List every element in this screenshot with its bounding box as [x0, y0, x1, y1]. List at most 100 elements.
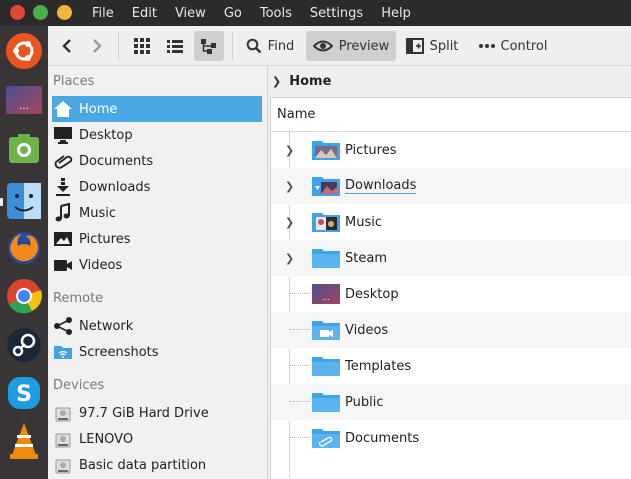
menu-go[interactable]: Go	[224, 6, 242, 21]
menu-help[interactable]: Help	[381, 6, 411, 21]
toolbar-separator	[118, 32, 119, 60]
sidebar-item-documents[interactable]: Documents	[52, 148, 262, 174]
forward-button[interactable]	[84, 31, 110, 61]
sidebar-item-label: Home	[79, 101, 118, 117]
sidebar-item-music[interactable]: Music	[52, 200, 262, 226]
sidebar-item-hard-drive[interactable]: 97.7 GiB Hard Drive	[52, 400, 262, 426]
tree-branch	[289, 329, 309, 330]
videos-folder-icon	[312, 321, 340, 340]
close-window-button[interactable]	[10, 5, 25, 20]
workspace-switcher-icon[interactable]: ...	[5, 81, 43, 119]
sidebar-item-label: Basic data partition	[79, 457, 207, 473]
finder-file-manager-icon[interactable]	[5, 182, 43, 220]
network-share-icon	[52, 315, 74, 337]
split-button-label: Split	[429, 38, 459, 54]
sidebar-item-videos[interactable]: Videos	[52, 252, 262, 278]
sidebar-item-screenshots[interactable]: Screenshots	[52, 339, 262, 365]
menu-tools[interactable]: Tools	[260, 6, 292, 21]
sidebar-section-places: Places	[53, 74, 95, 89]
tree-branch	[289, 365, 309, 366]
chevron-left-icon	[62, 39, 71, 53]
desktop-icon	[52, 124, 74, 146]
breadcrumb-arrow-icon[interactable]: ❯	[272, 75, 281, 88]
tree-view-button[interactable]	[194, 31, 224, 61]
control-button-label: Control	[500, 38, 548, 54]
find-button[interactable]: Find	[242, 31, 298, 61]
sidebar-item-pictures[interactable]: Pictures	[52, 226, 262, 252]
sidebar-item-label: Music	[79, 205, 116, 221]
sidebar-item-label: Documents	[79, 153, 154, 169]
breadcrumb-home[interactable]: Home	[289, 74, 331, 89]
minimize-window-button[interactable]	[57, 5, 72, 20]
sidebar-item-label: Pictures	[79, 231, 131, 247]
file-row-music[interactable]: ❯ Music	[271, 204, 631, 240]
expand-arrow-icon[interactable]: ❯	[285, 216, 295, 229]
ubuntu-logo-icon[interactable]	[5, 32, 43, 70]
svg-text:...: ...	[322, 293, 330, 302]
sidebar-item-label: LENOVO	[79, 431, 134, 447]
sidebar-item-basic-data-partition[interactable]: Basic data partition	[52, 452, 262, 478]
file-row-documents[interactable]: Documents	[271, 420, 631, 456]
back-button[interactable]	[54, 31, 80, 61]
file-name: Downloads	[345, 178, 417, 194]
app-launcher: ... S	[0, 26, 48, 479]
tree-branch	[289, 401, 309, 402]
sidebar-item-label: Videos	[79, 257, 123, 273]
picture-icon	[52, 228, 74, 250]
file-name: Steam	[345, 250, 387, 266]
split-view-icon	[405, 38, 424, 54]
toolbar-separator	[232, 32, 233, 60]
sidebar-item-downloads[interactable]: Downloads	[52, 174, 262, 200]
file-row-public[interactable]: Public	[271, 384, 631, 420]
sidebar-item-desktop[interactable]: Desktop	[52, 122, 262, 148]
file-name: Public	[345, 394, 384, 410]
desktop-folder-icon: ...	[312, 284, 340, 304]
split-button[interactable]: Split	[402, 31, 462, 61]
file-row-templates[interactable]: Templates	[271, 348, 631, 384]
file-row-desktop[interactable]: ... Desktop	[271, 276, 631, 312]
menu-edit[interactable]: Edit	[132, 6, 157, 21]
places-sidebar: Places Home Desktop Documents Downloads …	[48, 66, 268, 479]
downloads-folder-icon	[312, 177, 340, 196]
column-header-name[interactable]: Name	[271, 98, 631, 132]
sidebar-item-lenovo[interactable]: LENOVO	[52, 426, 262, 452]
maximize-window-button[interactable]	[33, 5, 48, 20]
file-row-pictures[interactable]: ❯ Pictures	[271, 132, 631, 168]
file-row-downloads[interactable]: ❯ Downloads	[271, 168, 631, 204]
preview-button[interactable]: Preview	[306, 31, 396, 61]
folder-icon	[312, 393, 340, 412]
file-row-steam[interactable]: ❯ Steam	[271, 240, 631, 276]
sidebar-item-network[interactable]: Network	[52, 313, 262, 339]
sidebar-item-home[interactable]: Home	[52, 96, 262, 122]
skype-icon[interactable]: S	[5, 374, 43, 412]
hard-drive-icon	[52, 402, 74, 424]
paperclip-icon	[52, 150, 74, 172]
list-view-button[interactable]	[161, 31, 189, 61]
firefox-icon[interactable]	[5, 229, 43, 267]
icon-view-button[interactable]	[128, 31, 156, 61]
music-note-icon	[52, 202, 74, 224]
file-row-videos[interactable]: Videos	[271, 312, 631, 348]
menu-view[interactable]: View	[175, 6, 206, 21]
expand-arrow-icon[interactable]: ❯	[285, 252, 295, 265]
search-icon	[246, 38, 262, 54]
steam-icon[interactable]	[5, 326, 43, 364]
file-name: Templates	[345, 358, 412, 374]
menu-settings[interactable]: Settings	[310, 6, 363, 21]
more-dots-icon	[478, 44, 495, 48]
menu-file[interactable]: File	[92, 6, 114, 21]
list-view-icon	[167, 40, 183, 53]
music-folder-icon	[312, 213, 340, 232]
expand-arrow-icon[interactable]: ❯	[285, 144, 295, 157]
pictures-folder-icon	[312, 141, 340, 160]
sidebar-item-label: Downloads	[79, 179, 151, 195]
download-icon	[52, 176, 74, 198]
file-list: Name ❯ Pictures ❯ Downloads ❯ Music ❯ St…	[270, 97, 631, 479]
vlc-icon[interactable]	[5, 422, 43, 460]
expand-arrow-icon[interactable]: ❯	[285, 180, 295, 193]
control-button[interactable]: Control	[474, 31, 552, 61]
svg-text:...: ...	[19, 101, 29, 112]
screenshot-camera-icon[interactable]	[5, 130, 43, 168]
chrome-icon[interactable]	[5, 277, 43, 315]
tree-branch	[289, 293, 309, 294]
